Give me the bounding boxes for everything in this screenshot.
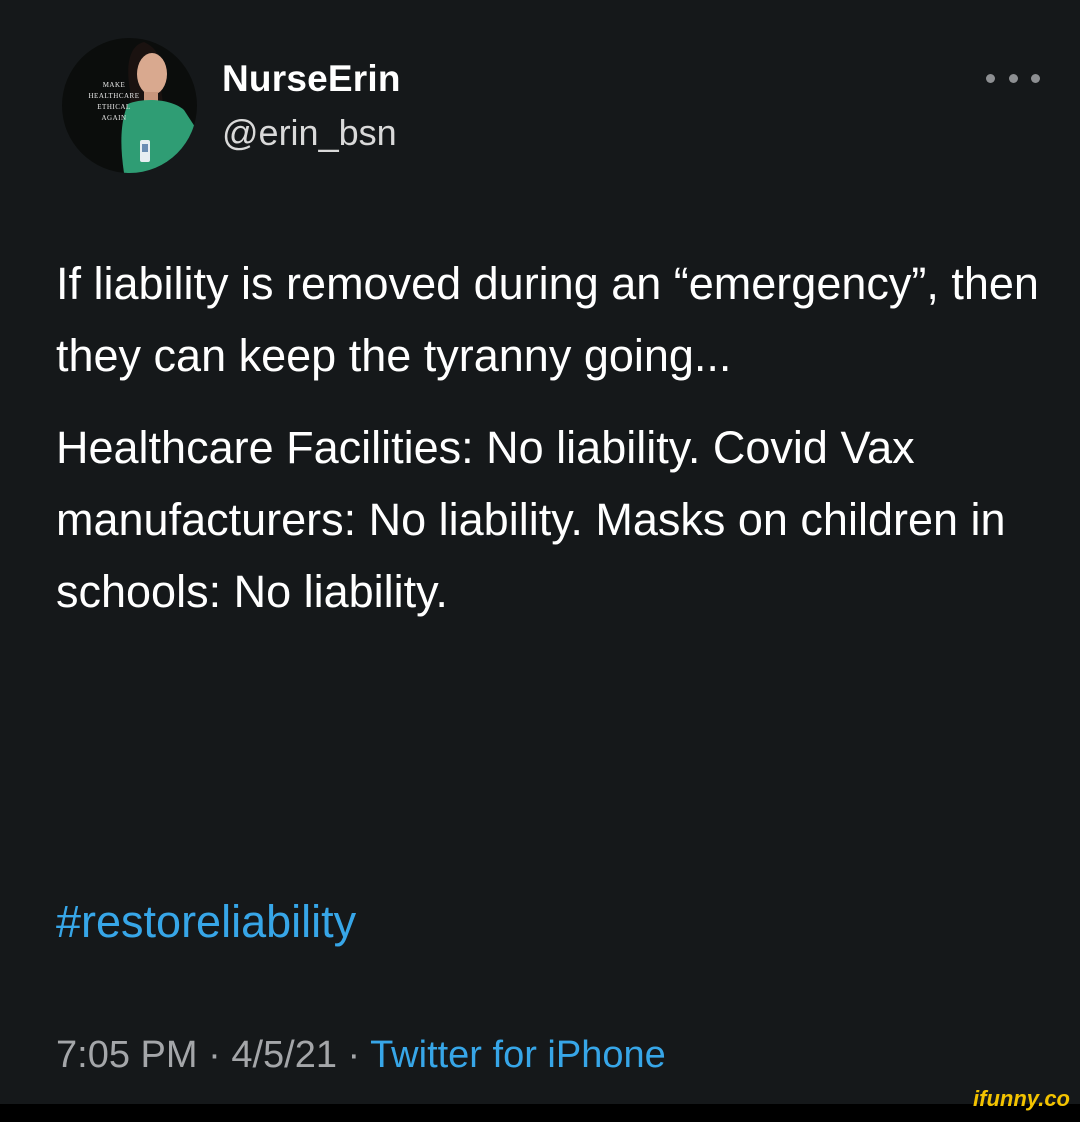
avatar-caption-line: ETHICAL bbox=[97, 103, 131, 111]
more-horizontal-icon bbox=[1008, 73, 1018, 83]
tweet-metadata: 7:05 PM · 4/5/21 · Twitter for iPhone bbox=[56, 1034, 666, 1077]
avatar-caption: MAKE HEALTHCARE ETHICAL AGAIN bbox=[86, 80, 142, 124]
watermark-bar bbox=[0, 1104, 1080, 1122]
tweet-text: If liability is removed during an “emerg… bbox=[56, 248, 1046, 628]
display-name[interactable]: NurseErin bbox=[222, 58, 401, 100]
avatar-caption-line: AGAIN bbox=[101, 114, 127, 122]
tweet-date: 4/5/21 bbox=[231, 1034, 337, 1076]
meta-separator: · bbox=[336, 1034, 371, 1076]
more-options-button[interactable] bbox=[986, 64, 1040, 92]
tweet-source-link[interactable]: Twitter for iPhone bbox=[370, 1034, 666, 1076]
tweet-paragraph: If liability is removed during an “emerg… bbox=[56, 258, 1039, 381]
tweet-paragraph: Healthcare Facilities: No liability. Cov… bbox=[56, 422, 1006, 617]
tweet-card: MAKE HEALTHCARE ETHICAL AGAIN NurseErin … bbox=[0, 0, 1080, 1104]
meta-separator: · bbox=[197, 1034, 232, 1076]
user-handle[interactable]: @erin_bsn bbox=[222, 112, 397, 154]
avatar-caption-line: MAKE bbox=[102, 81, 126, 89]
more-horizontal-icon bbox=[1031, 73, 1040, 83]
avatar-caption-line: HEALTHCARE bbox=[88, 92, 140, 100]
more-horizontal-icon bbox=[986, 73, 995, 83]
hashtag-link[interactable]: #restoreliability bbox=[56, 896, 356, 948]
tweet-time: 7:05 PM bbox=[56, 1034, 198, 1076]
ifunny-watermark: ifunny.co bbox=[973, 1086, 1070, 1111]
avatar[interactable]: MAKE HEALTHCARE ETHICAL AGAIN bbox=[62, 38, 197, 173]
